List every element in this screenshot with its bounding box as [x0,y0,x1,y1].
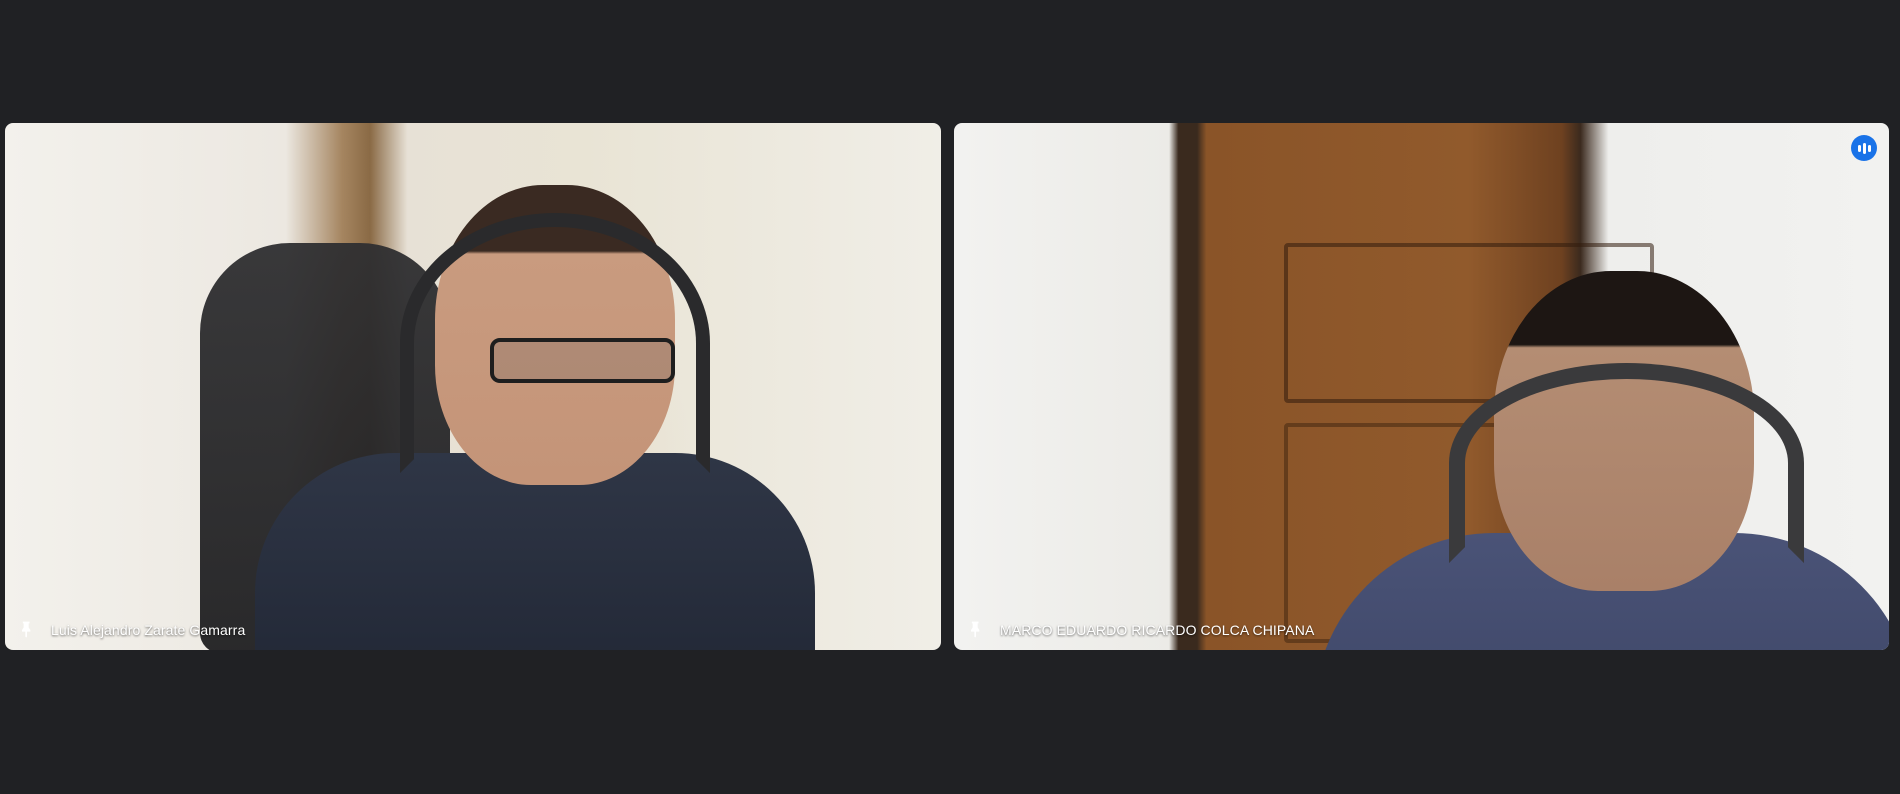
participant-video [954,123,1889,650]
participant-tile[interactable]: Luis Alejandro Zarate Gamarra [5,123,941,650]
participant-name-bar: MARCO EDUARDO RICARDO COLCA CHIPANA [954,610,1328,650]
participant-video [5,123,941,650]
participant-name: MARCO EDUARDO RICARDO COLCA CHIPANA [1000,622,1315,638]
meeting-stage: Luis Alejandro Zarate Gamarra MARCO EDUA… [0,0,1900,794]
audio-level-bar [1862,142,1866,154]
audio-level-icon [1851,135,1877,161]
audio-level-bar [1857,144,1861,152]
video-glasses [490,338,675,383]
audio-level-bar [1867,144,1871,152]
pin-icon[interactable] [964,618,988,642]
participant-name: Luis Alejandro Zarate Gamarra [51,622,246,638]
pin-icon[interactable] [15,618,39,642]
participant-name-bar: Luis Alejandro Zarate Gamarra [5,610,259,650]
participant-tile[interactable]: MARCO EDUARDO RICARDO COLCA CHIPANA [954,123,1889,650]
video-headset [1449,363,1804,563]
